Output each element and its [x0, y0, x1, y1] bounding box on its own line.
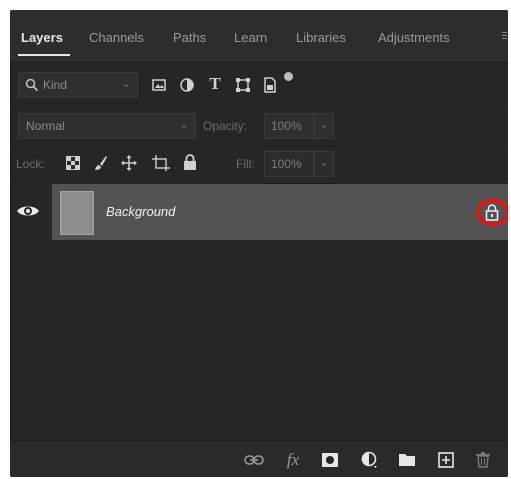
lock-icon[interactable]: [484, 203, 500, 221]
divider: [10, 106, 508, 107]
opacity-input[interactable]: 100%: [264, 113, 314, 139]
tab-learn[interactable]: Learn: [234, 30, 267, 45]
link-layers-icon[interactable]: [244, 450, 264, 470]
lock-all-icon[interactable]: [182, 153, 198, 171]
new-layer-icon[interactable]: [436, 450, 456, 470]
panel-menu-icon[interactable]: [502, 28, 508, 44]
tab-channels[interactable]: Channels: [89, 30, 144, 45]
filter-kind-select[interactable]: Kind ⌄: [18, 72, 138, 98]
layers-panel: Layers Channels Paths Learn Libraries Ad…: [10, 10, 508, 477]
chevron-down-icon: ⌄: [120, 76, 131, 90]
lock-label: Lock:: [16, 157, 45, 171]
layer-mask-icon[interactable]: [320, 450, 340, 470]
fill-value: 100%: [271, 157, 302, 171]
tab-paths[interactable]: Paths: [173, 30, 206, 45]
opacity-label: Opacity:: [203, 119, 248, 133]
image-filter-icon[interactable]: [150, 76, 168, 94]
filter-kind-value: Kind: [43, 78, 68, 92]
adjustment-layer-icon[interactable]: [360, 450, 380, 470]
lock-image-pixels-icon[interactable]: [93, 155, 109, 171]
tab-adjustments[interactable]: Adjustments: [378, 30, 450, 45]
visibility-eye-icon[interactable]: [16, 203, 42, 223]
lock-transparent-pixels-icon[interactable]: [65, 155, 81, 171]
shape-filter-icon[interactable]: [234, 76, 252, 94]
opacity-value: 100%: [271, 119, 302, 133]
tab-layers[interactable]: Layers: [21, 30, 63, 45]
blend-mode-select[interactable]: Normal ⌄: [18, 113, 196, 139]
divider: [10, 146, 508, 147]
layers-bottom-toolbar: fx: [10, 440, 508, 477]
group-icon[interactable]: [397, 450, 417, 470]
chevron-down-icon: ⌄: [178, 117, 189, 131]
fx-icon[interactable]: fx: [283, 450, 303, 470]
lock-artboard-icon[interactable]: [151, 154, 171, 172]
adjustment-filter-icon[interactable]: [178, 76, 196, 94]
chevron-down-icon: ⌄: [319, 155, 330, 169]
fill-input[interactable]: 100%: [264, 151, 314, 177]
search-icon: [25, 78, 39, 92]
delete-layer-icon[interactable]: [473, 450, 493, 470]
chevron-down-icon: ⌄: [319, 117, 330, 131]
panel-tab-bar: Layers Channels Paths Learn Libraries Ad…: [10, 10, 508, 63]
type-filter-icon[interactable]: T: [206, 74, 224, 94]
filter-toggle-icon[interactable]: [284, 72, 293, 81]
blend-mode-value: Normal: [26, 119, 65, 133]
lock-position-icon[interactable]: [120, 154, 138, 172]
layer-thumbnail: [60, 191, 94, 235]
layer-name[interactable]: Background: [106, 204, 175, 219]
tab-libraries[interactable]: Libraries: [296, 30, 346, 45]
fill-label: Fill:: [236, 157, 255, 171]
opacity-dropdown-button[interactable]: ⌄: [314, 113, 334, 139]
smart-object-filter-icon[interactable]: [261, 76, 279, 94]
active-tab-indicator: [18, 54, 70, 56]
layer-row-background[interactable]: Background: [52, 184, 508, 240]
fill-dropdown-button[interactable]: ⌄: [314, 151, 334, 177]
